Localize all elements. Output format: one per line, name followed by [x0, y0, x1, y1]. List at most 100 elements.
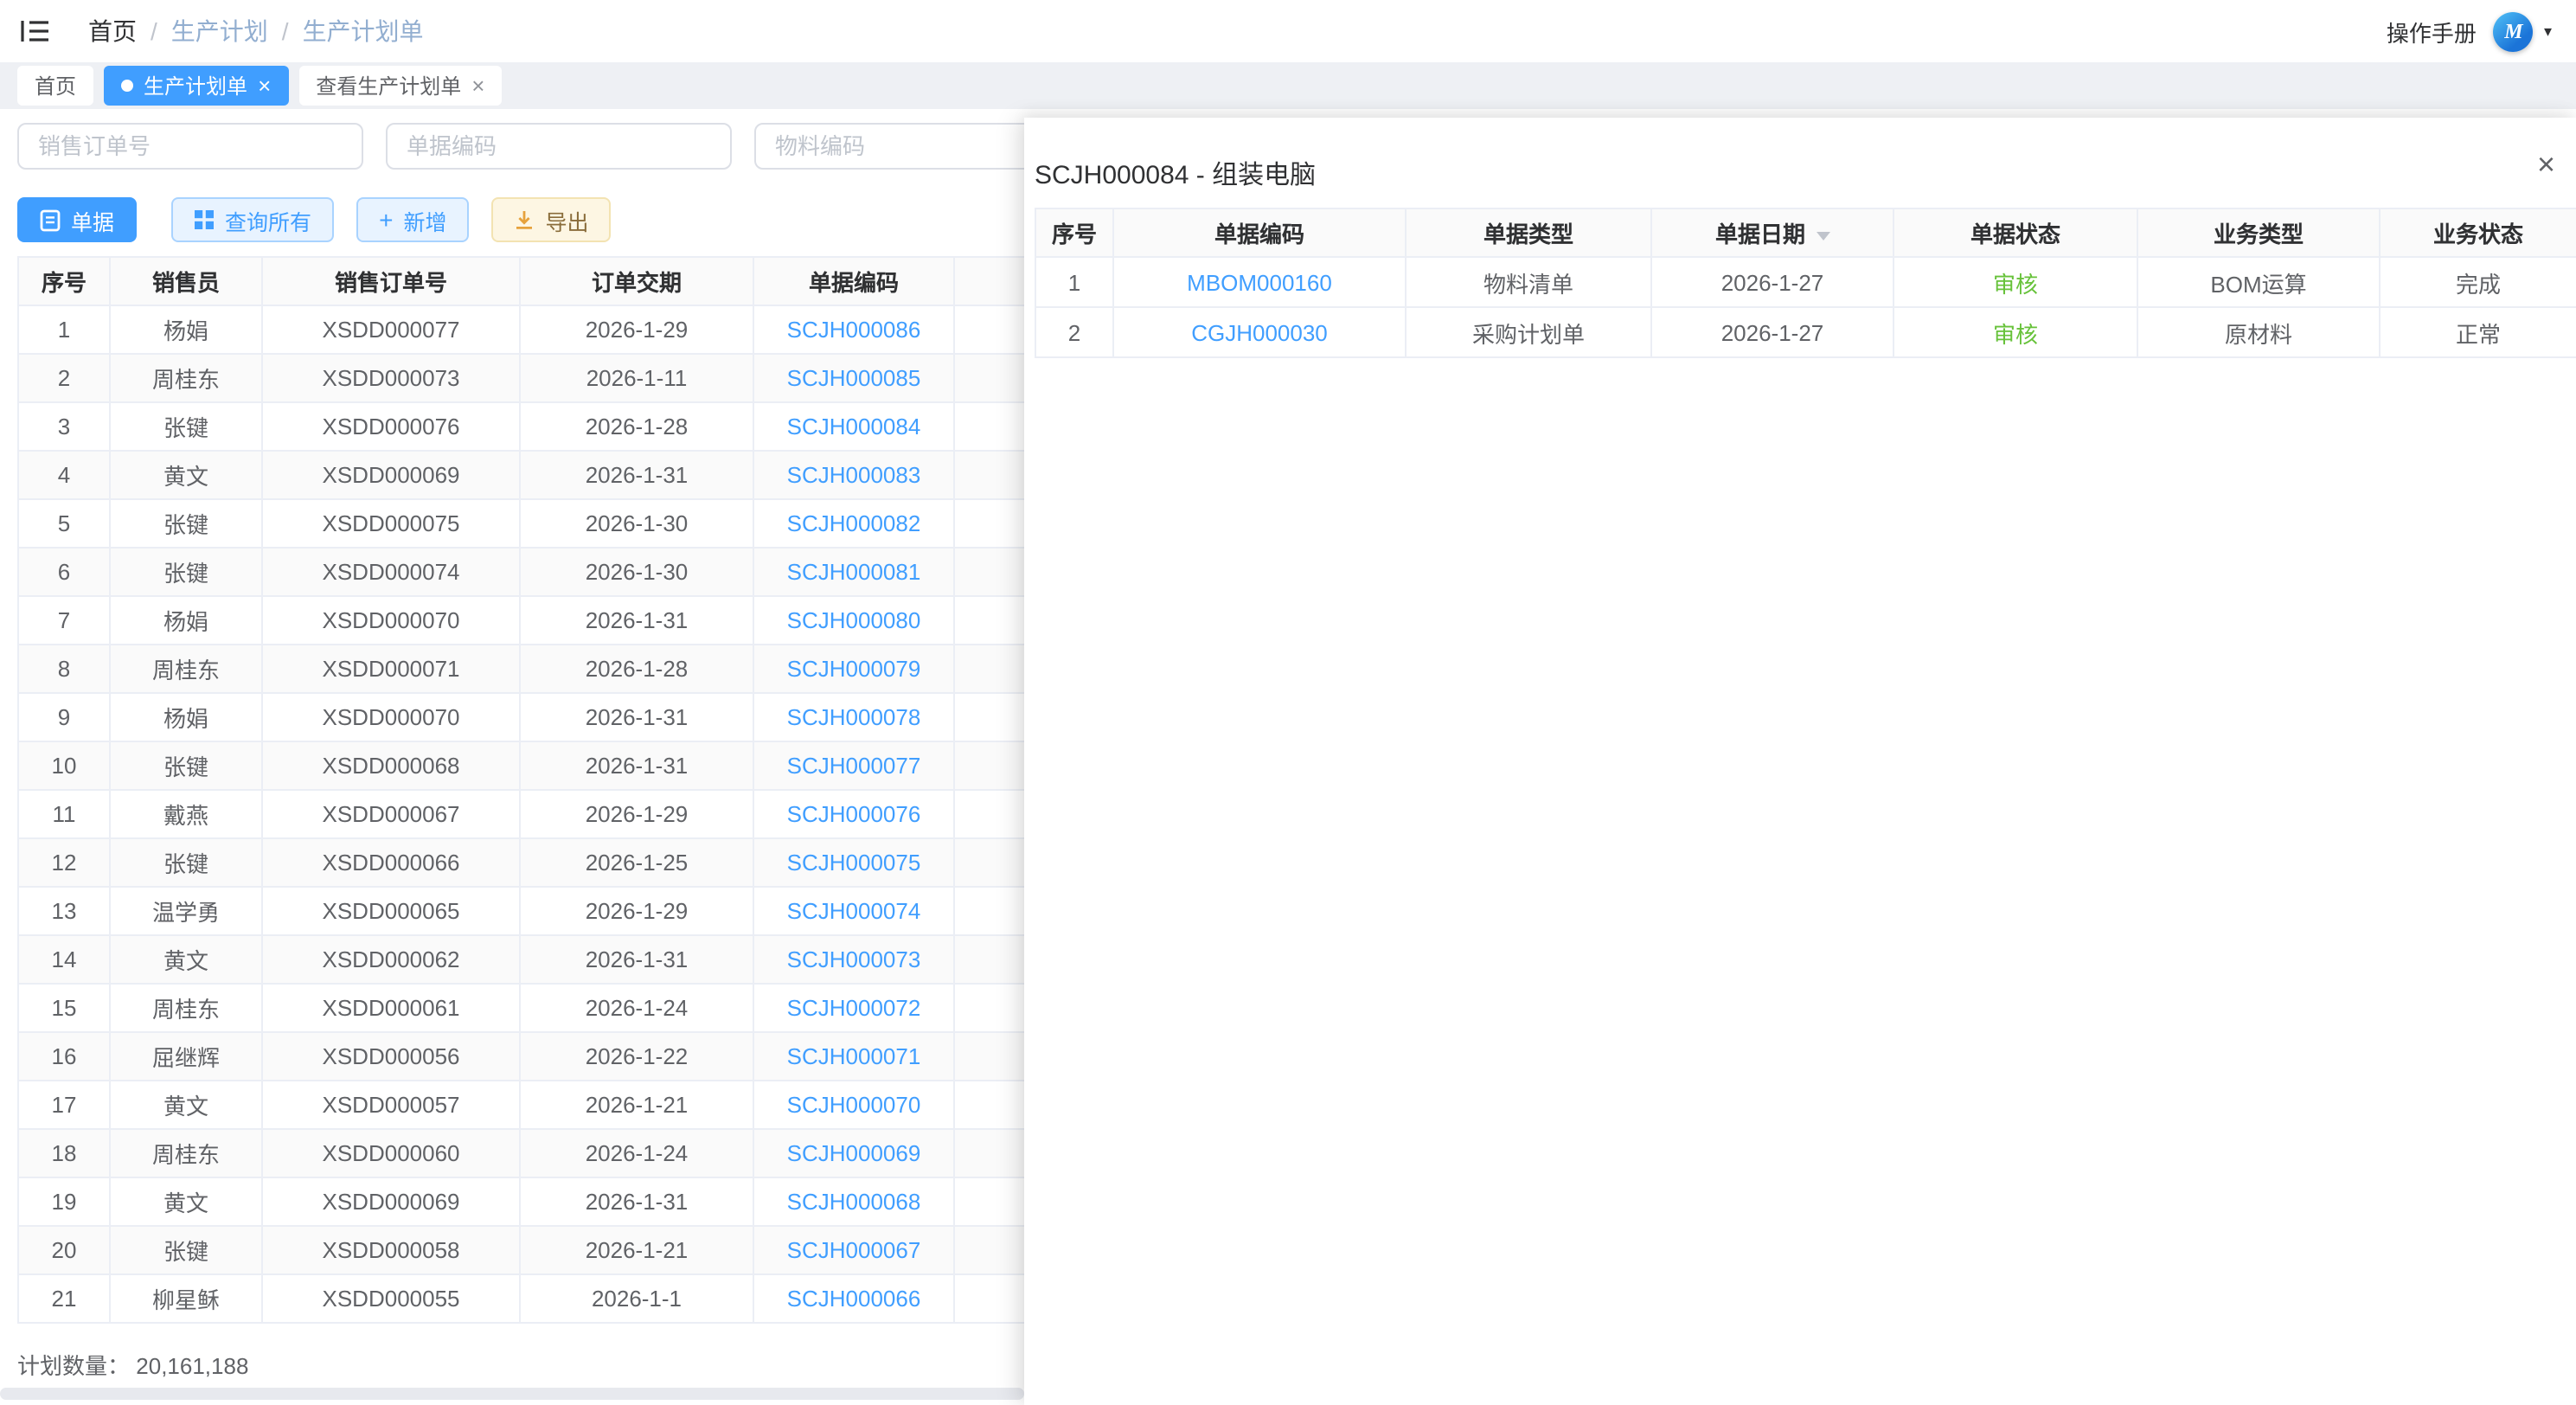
cell-salesperson: 戴燕: [110, 790, 262, 838]
cell-sales-order: XSDD000070: [262, 596, 520, 645]
cell-index: 5: [18, 499, 110, 548]
cell-salesperson: 周桂东: [110, 354, 262, 402]
doc-code-link[interactable]: SCJH000078: [753, 693, 954, 741]
cell-due-date: 2026-1-24: [520, 1129, 753, 1177]
col-due-date: 订单交期: [520, 257, 753, 305]
doc-code-link[interactable]: SCJH000083: [753, 451, 954, 499]
doc-button[interactable]: 单据: [17, 197, 137, 242]
doc-code-input[interactable]: [386, 123, 732, 170]
doc-code-link[interactable]: SCJH000069: [753, 1129, 954, 1177]
doc-code-link[interactable]: SCJH000068: [753, 1177, 954, 1226]
cell-index: 17: [18, 1081, 110, 1129]
cell-doc-status: 审核: [1894, 307, 2137, 357]
cell-sales-order: XSDD000075: [262, 499, 520, 548]
tab-close-icon[interactable]: ×: [258, 74, 271, 97]
doc-code-link[interactable]: SCJH000071: [753, 1032, 954, 1081]
cell-sales-order: XSDD000056: [262, 1032, 520, 1081]
drawer-title: SCJH000084 - 组装电脑: [1035, 156, 1316, 192]
doc-code-link[interactable]: SCJH000081: [753, 548, 954, 596]
col-doc-code: 单据编码: [1113, 209, 1406, 257]
cell-due-date: 2026-1-31: [520, 1177, 753, 1226]
export-button[interactable]: 导出: [491, 197, 611, 242]
add-button[interactable]: + 新增: [356, 197, 469, 242]
cell-doc-status: 审核: [1894, 257, 2137, 307]
active-dot-icon: [121, 80, 133, 92]
doc-code-link[interactable]: SCJH000072: [753, 984, 954, 1032]
cell-salesperson: 黄文: [110, 451, 262, 499]
sort-icon[interactable]: [1816, 232, 1829, 241]
collapse-sidebar-icon[interactable]: [21, 19, 50, 43]
tab-production-plan-doc[interactable]: 生产计划单 ×: [104, 66, 288, 106]
cell-due-date: 2026-1-30: [520, 548, 753, 596]
sales-order-input[interactable]: [17, 123, 363, 170]
cell-index: 6: [18, 548, 110, 596]
tab-home[interactable]: 首页: [17, 66, 93, 106]
cell-index: 1: [18, 305, 110, 354]
query-all-button[interactable]: 查询所有: [171, 197, 334, 242]
doc-code-link[interactable]: SCJH000085: [753, 354, 954, 402]
cell-index: 11: [18, 790, 110, 838]
doc-code-link[interactable]: SCJH000077: [753, 741, 954, 790]
cell-salesperson: 屈继辉: [110, 1032, 262, 1081]
table-header-row: 序号 单据编码 单据类型 单据日期 单据状态 业务类型 业务状态: [1035, 209, 2576, 257]
tab-close-icon[interactable]: ×: [471, 74, 484, 97]
cell-index: 19: [18, 1177, 110, 1226]
export-button-label: 导出: [545, 203, 588, 236]
doc-code-link[interactable]: SCJH000082: [753, 499, 954, 548]
cell-doc-type: 采购计划单: [1406, 307, 1651, 357]
doc-code-link[interactable]: SCJH000070: [753, 1081, 954, 1129]
drawer-close-icon[interactable]: ×: [2537, 149, 2555, 180]
doc-code-link[interactable]: SCJH000084: [753, 402, 954, 451]
related-docs-table: 序号 单据编码 单据类型 单据日期 单据状态 业务类型 业务状态 1MBOM00…: [1035, 208, 2576, 358]
doc-code-link[interactable]: SCJH000074: [753, 887, 954, 935]
col-salesperson: 销售员: [110, 257, 262, 305]
cell-salesperson: 周桂东: [110, 645, 262, 693]
col-sales-order: 销售订单号: [262, 257, 520, 305]
cell-index: 13: [18, 887, 110, 935]
doc-code-link[interactable]: SCJH000066: [753, 1274, 954, 1323]
cell-biz-type: BOM运算: [2137, 257, 2380, 307]
doc-code-link[interactable]: SCJH000075: [753, 838, 954, 887]
doc-code-link[interactable]: SCJH000067: [753, 1226, 954, 1274]
cell-due-date: 2026-1-31: [520, 935, 753, 984]
cell-index: 21: [18, 1274, 110, 1323]
doc-code-link[interactable]: SCJH000080: [753, 596, 954, 645]
cell-sales-order: XSDD000070: [262, 693, 520, 741]
cell-sales-order: XSDD000060: [262, 1129, 520, 1177]
cell-index: 15: [18, 984, 110, 1032]
col-doc-date-label: 单据日期: [1715, 221, 1805, 247]
cell-due-date: 2026-1-22: [520, 1032, 753, 1081]
doc-code-link[interactable]: SCJH000076: [753, 790, 954, 838]
detail-drawer: SCJH000084 - 组装电脑 × 序号 单据编码 单据类型 单据日期 单据…: [1024, 118, 2576, 1405]
cell-index: 2: [18, 354, 110, 402]
user-menu-caret-icon[interactable]: ▾: [2544, 22, 2552, 41]
user-avatar[interactable]: M: [2494, 11, 2534, 51]
cell-doc-date: 2026-1-27: [1651, 257, 1894, 307]
breadcrumb-section[interactable]: 生产计划: [171, 14, 268, 48]
doc-code-link[interactable]: SCJH000079: [753, 645, 954, 693]
filter-bar: [17, 123, 1100, 170]
cell-sales-order: XSDD000077: [262, 305, 520, 354]
top-header: 首页 / 生产计划 / 生产计划单 操作手册 M ▾: [0, 0, 2576, 62]
manual-link[interactable]: 操作手册: [2387, 15, 2477, 48]
toolbar: 单据 查询所有 + 新增: [17, 197, 612, 242]
cell-sales-order: XSDD000074: [262, 548, 520, 596]
cell-salesperson: 黄文: [110, 1177, 262, 1226]
breadcrumb-current: 生产计划单: [303, 14, 424, 48]
cell-index: 12: [18, 838, 110, 887]
cell-due-date: 2026-1-21: [520, 1081, 753, 1129]
doc-code-link[interactable]: MBOM000160: [1113, 257, 1406, 307]
breadcrumb-home[interactable]: 首页: [88, 14, 137, 48]
cell-salesperson: 周桂东: [110, 984, 262, 1032]
doc-code-link[interactable]: SCJH000073: [753, 935, 954, 984]
horizontal-scrollbar[interactable]: [0, 1388, 1024, 1400]
cell-salesperson: 张键: [110, 402, 262, 451]
doc-code-link[interactable]: SCJH000086: [753, 305, 954, 354]
cell-biz-type: 原材料: [2137, 307, 2380, 357]
tab-bar: 首页 生产计划单 × 查看生产计划单 ×: [0, 62, 2576, 109]
tab-view-production-plan-doc[interactable]: 查看生产计划单 ×: [298, 66, 502, 106]
related-doc-row[interactable]: 1MBOM000160物料清单2026-1-27审核BOM运算完成: [1035, 257, 2576, 307]
document-icon: [40, 209, 61, 231]
doc-code-link[interactable]: CGJH000030: [1113, 307, 1406, 357]
related-doc-row[interactable]: 2CGJH000030采购计划单2026-1-27审核原材料正常: [1035, 307, 2576, 357]
